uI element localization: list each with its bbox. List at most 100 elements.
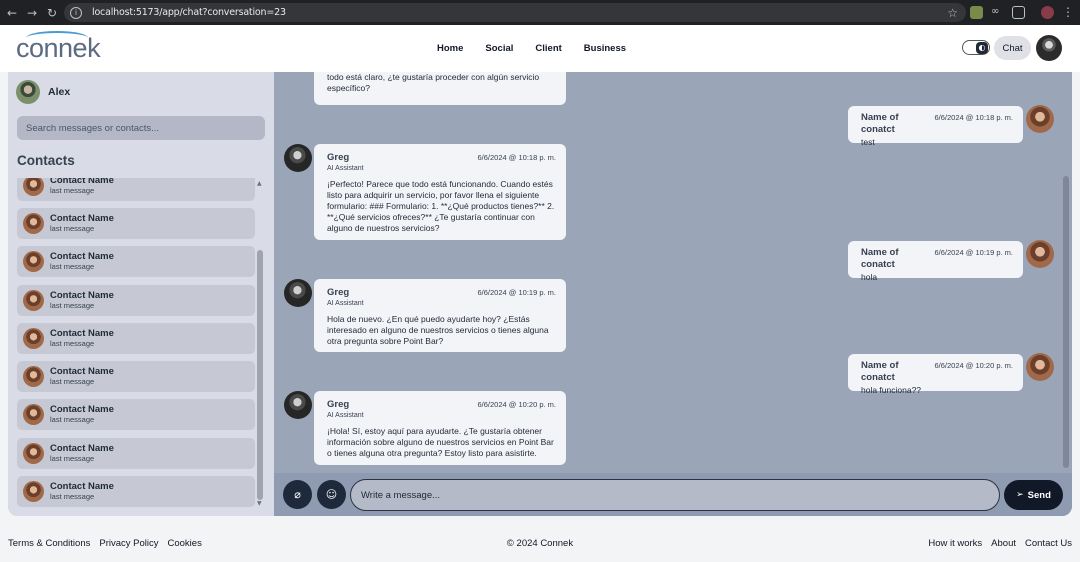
theme-toggle[interactable]: ◐ — [962, 40, 990, 55]
send-icon: ➢ — [1016, 490, 1024, 500]
contacts-sidebar: Alex Contacts Contact Namelast message C… — [8, 72, 274, 516]
avatar — [23, 213, 44, 234]
contact-name: Contact Name — [50, 481, 114, 492]
sender-role: AI Assistant — [327, 300, 364, 307]
reload-icon[interactable]: ↻ — [42, 0, 62, 25]
contact-last-message: last message — [50, 377, 95, 386]
contact-last-message: last message — [50, 415, 95, 424]
contacts-title: Contacts — [17, 153, 75, 168]
how-it-works-link[interactable]: How it works — [928, 538, 982, 549]
contact-item[interactable]: Contact Name last message — [17, 178, 255, 201]
message-bubble: Greg AI Assistant 6/6/2024 @ 10:19 p. m. H… — [314, 279, 566, 352]
profile-avatar-icon[interactable] — [1041, 6, 1054, 19]
nav-social[interactable]: Social — [485, 43, 513, 54]
attach-button[interactable]: ⌀ — [283, 480, 312, 509]
contact-last-message: last message — [50, 262, 95, 271]
scroll-down-icon[interactable]: ▼ — [257, 500, 262, 507]
extension-icon[interactable] — [970, 6, 983, 19]
contact-last-message: last message — [50, 186, 95, 195]
sender-name: Greg — [327, 152, 350, 163]
bookmark-star-icon[interactable]: ☆ — [947, 6, 958, 20]
contact-name: Contact Name — [50, 290, 114, 301]
contact-item[interactable]: Contact Name last message — [17, 361, 255, 392]
contact-name: Contact Name — [50, 328, 114, 339]
avatar — [1026, 105, 1054, 133]
browser-toolbar: ← → ↻ i localhost:5173/app/chat?conversa… — [0, 0, 1080, 25]
message-timestamp: 6/6/2024 @ 10:18 p. m. — [934, 113, 1014, 122]
sender-name: Greg — [327, 399, 350, 410]
app-header: connek Home Social Client Business ◐ Cha… — [0, 25, 1080, 72]
message-timestamp: 6/6/2024 @ 10:20 p. m. — [477, 400, 557, 409]
avatar — [23, 481, 44, 502]
url-text: localhost:5173/app/chat?conversation=23 — [92, 7, 286, 18]
avatar — [23, 251, 44, 272]
avatar — [23, 328, 44, 349]
contact-name: Contact Name — [50, 404, 114, 415]
browser-menu-icon[interactable]: ⋮ — [1062, 5, 1074, 19]
contact-name: Contact Name — [50, 251, 114, 262]
nav-client[interactable]: Client — [535, 43, 561, 54]
avatar — [284, 144, 312, 172]
contact-item[interactable]: Contact Name last message — [17, 476, 255, 507]
site-info-icon[interactable]: i — [70, 6, 82, 19]
footer-right-links: How it works About Contact Us — [919, 538, 1072, 549]
message-bubble: ¿Qué productos tienes?** 2. **¿Qué servi… — [314, 72, 566, 105]
logo[interactable]: connek — [16, 33, 101, 64]
search-input[interactable] — [17, 116, 265, 140]
avatar — [23, 366, 44, 387]
extension-icon[interactable]: ∞ — [991, 6, 1004, 19]
message-text: hola funciona?? — [861, 385, 922, 395]
contact-name: Contact Name — [50, 178, 114, 186]
message-text: ¿Qué productos tienes?** 2. **¿Qué servi… — [327, 72, 540, 93]
current-user: Alex — [16, 80, 70, 104]
avatar[interactable] — [16, 80, 40, 104]
back-arrow-icon[interactable]: ← — [2, 0, 22, 25]
avatar — [1026, 240, 1054, 268]
contact-item[interactable]: Contact Name last message — [17, 285, 255, 316]
message-timestamp: 6/6/2024 @ 10:19 p. m. — [934, 248, 1014, 257]
header-avatar[interactable] — [1036, 35, 1062, 61]
contact-name: Contact Name — [50, 366, 114, 377]
sender-name: Greg — [327, 287, 350, 298]
nav-home[interactable]: Home — [437, 43, 463, 54]
main-nav: Home Social Client Business — [437, 25, 648, 72]
message-input[interactable] — [350, 479, 1000, 511]
sender-name: Name of conatct — [861, 112, 899, 135]
message-composer: ⌀ ☺ ➢Send — [274, 473, 1072, 516]
contact-item[interactable]: Contact Name last message — [17, 438, 255, 469]
copyright: © 2024 Connek — [506, 538, 574, 549]
nav-business[interactable]: Business — [584, 43, 626, 54]
emoji-button[interactable]: ☺ — [317, 480, 346, 509]
message-timestamp: 6/6/2024 @ 10:18 p. m. — [477, 153, 557, 162]
about-link[interactable]: About — [991, 538, 1016, 549]
message-text: ¡Hola! Sí, estoy aquí para ayudarte. ¿Te… — [327, 426, 554, 458]
send-button[interactable]: ➢ Send — [1004, 480, 1063, 510]
forward-arrow-icon[interactable]: → — [22, 0, 42, 25]
contact-item[interactable]: Contact Name last message — [17, 246, 255, 277]
sender-name: Name of conatct — [861, 247, 899, 270]
avatar — [284, 391, 312, 419]
contacts-scrollbar[interactable] — [257, 250, 263, 500]
message-bubble: Greg AI Assistant 6/6/2024 @ 10:20 p. m. ¡… — [314, 391, 566, 465]
chat-button[interactable]: Chat — [994, 36, 1031, 60]
avatar — [23, 404, 44, 425]
messages-area: ¿Qué productos tienes?** 2. **¿Qué servi… — [274, 72, 1072, 473]
avatar — [23, 443, 44, 464]
message-bubble: Greg AI Assistant 6/6/2024 @ 10:18 p. m. ¡… — [314, 144, 566, 240]
contact-last-message: last message — [50, 224, 95, 233]
message-text: hola — [861, 272, 878, 282]
footer: Terms & Conditions Privacy Policy Cookie… — [0, 526, 1080, 562]
contact-item[interactable]: Contact Name last message — [17, 208, 255, 239]
message-text: Hola de nuevo. ¿En qué puedo ayudarte ho… — [327, 314, 549, 346]
messages-scrollbar[interactable] — [1063, 176, 1069, 468]
contact-item[interactable]: Contact Name last message — [17, 323, 255, 354]
scroll-up-icon[interactable]: ▲ — [257, 180, 262, 187]
address-bar[interactable]: i localhost:5173/app/chat?conversation=2… — [64, 3, 966, 22]
contact-last-message: last message — [50, 339, 95, 348]
extensions-puzzle-icon[interactable] — [1012, 6, 1025, 19]
contact-last-message: last message — [50, 454, 95, 463]
message-timestamp: 6/6/2024 @ 10:20 p. m. — [934, 361, 1014, 370]
contact-us-link[interactable]: Contact Us — [1025, 538, 1072, 549]
contact-item[interactable]: Contact Name last message — [17, 399, 255, 430]
contact-name: Contact Name — [50, 443, 114, 454]
